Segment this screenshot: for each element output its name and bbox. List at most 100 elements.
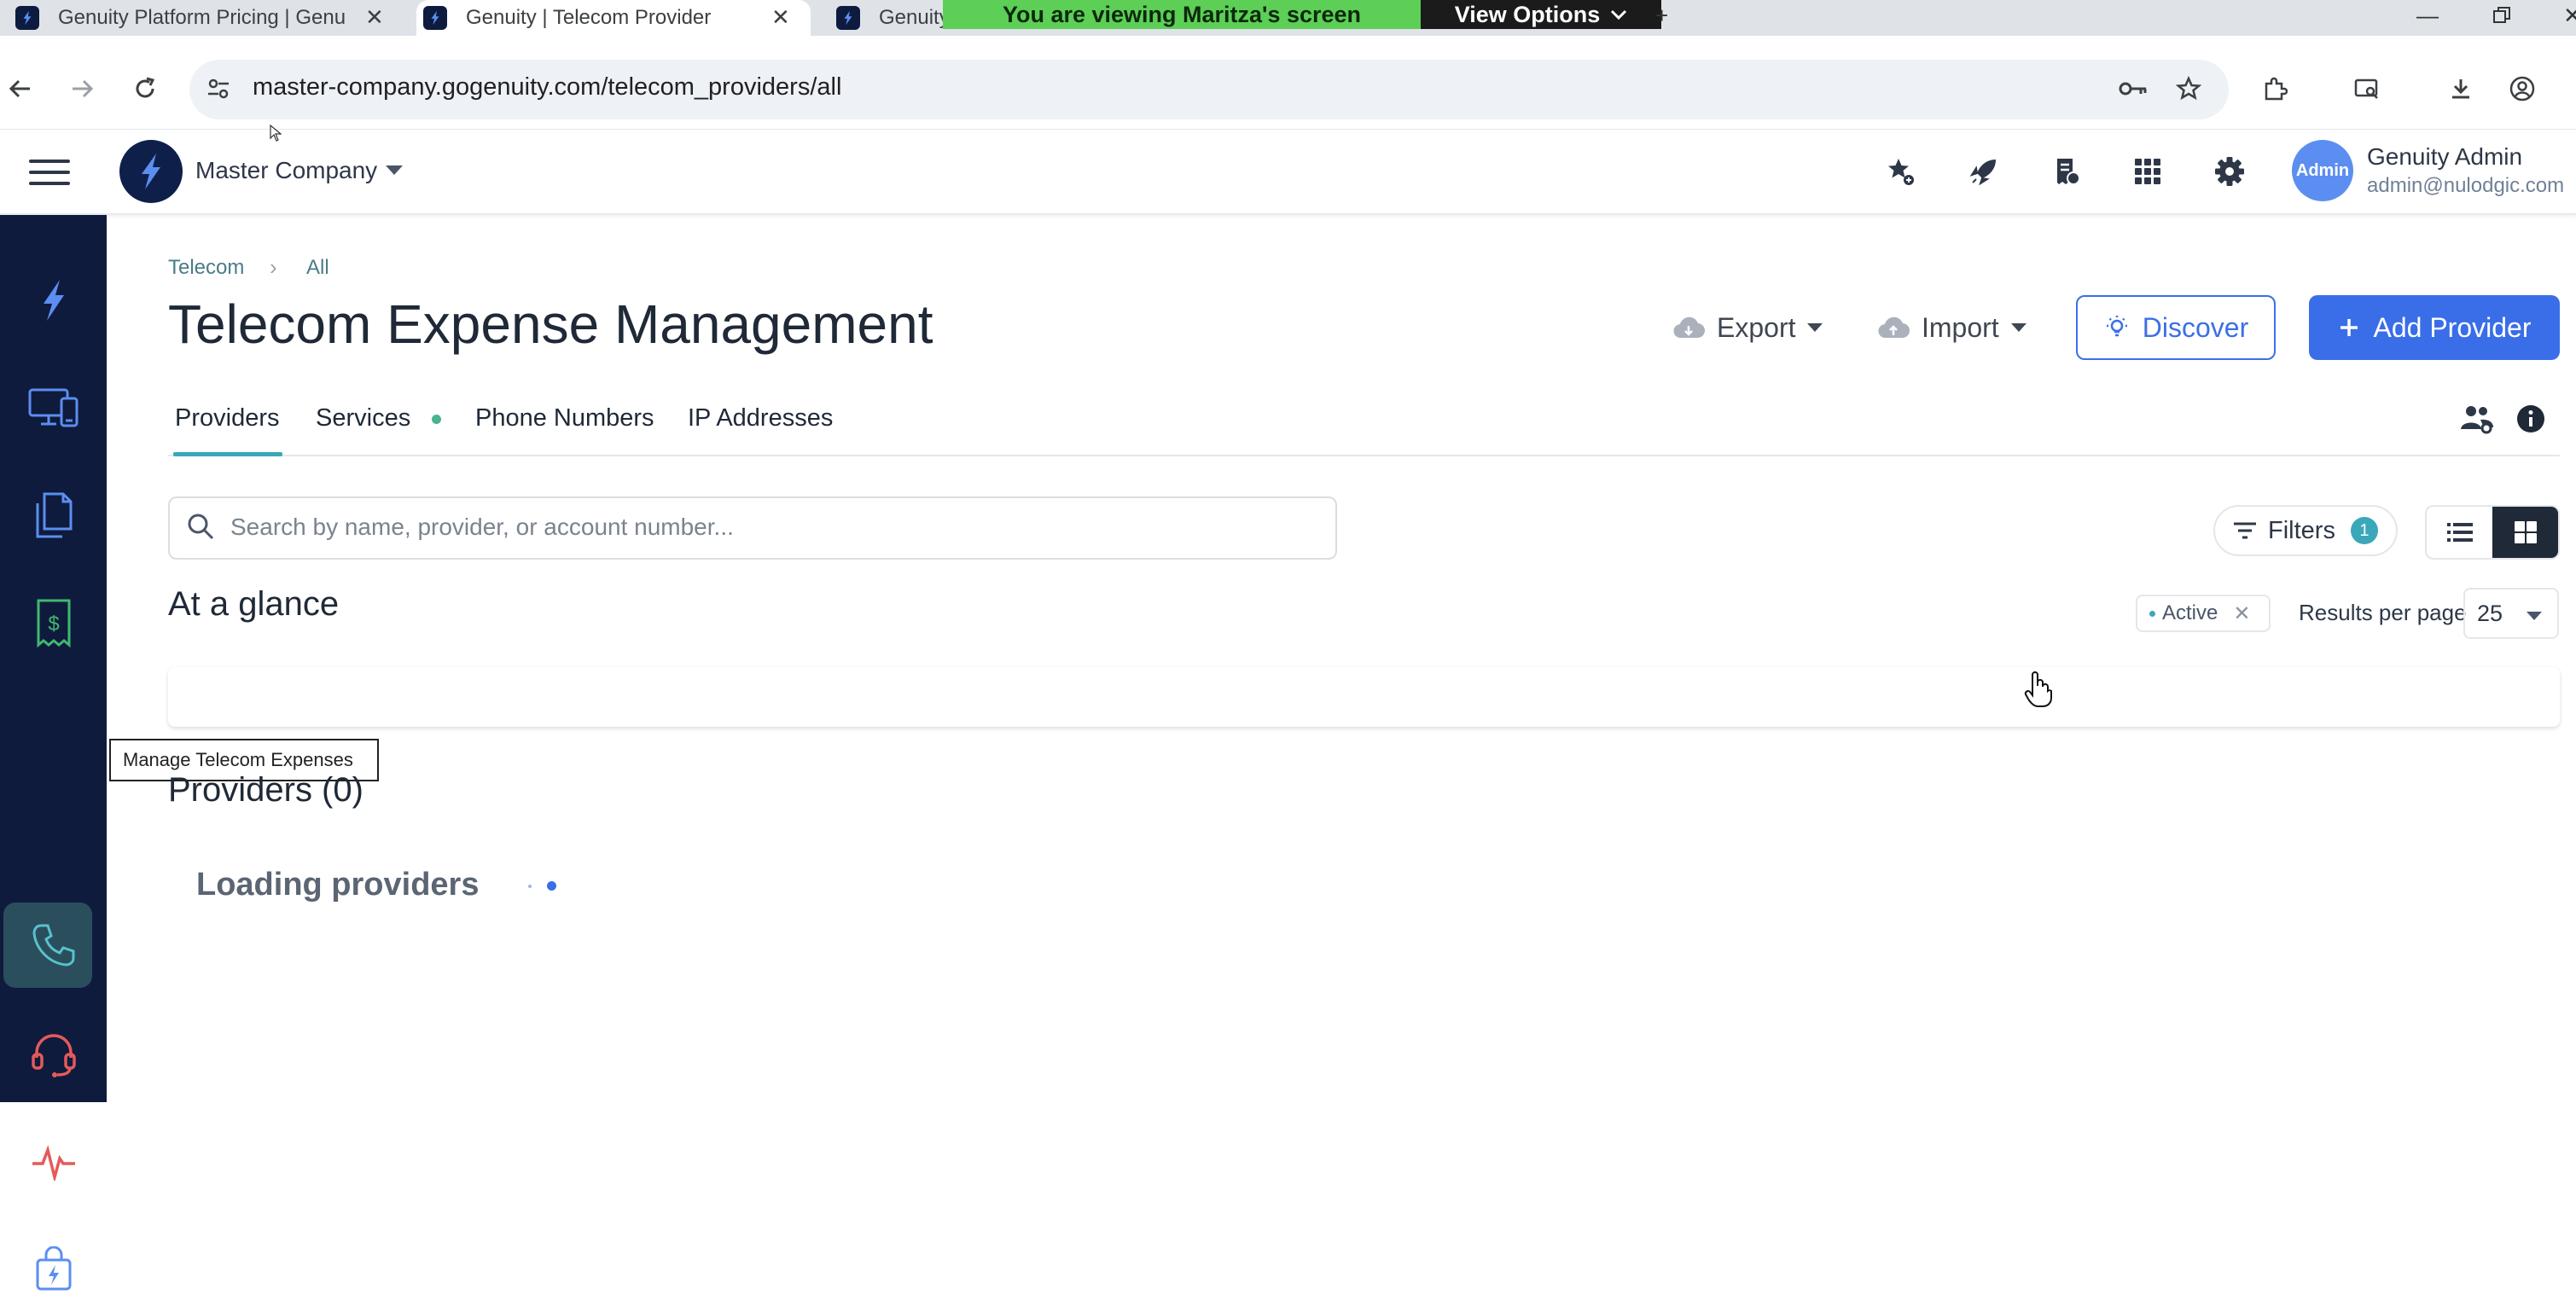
- browser-tab-active[interactable]: Genuity | Telecom Provider ✕: [416, 0, 811, 36]
- sidebar-item-home[interactable]: [0, 258, 107, 343]
- svg-text:$: $: [48, 612, 59, 636]
- results-per-page-select[interactable]: 25: [2463, 588, 2559, 639]
- profile-icon[interactable]: [2505, 72, 2539, 106]
- genuity-favicon-icon: [836, 6, 860, 30]
- sidebar-item-vendors[interactable]: $: [0, 580, 107, 665]
- mouse-pointer-icon: [270, 125, 282, 142]
- plus-icon: [2340, 319, 2358, 336]
- grid-view-button[interactable]: [2492, 507, 2558, 558]
- people-settings-icon[interactable]: [2459, 401, 2495, 437]
- screen-share-banner: You are viewing Maritza's screen View Op…: [943, 0, 1661, 29]
- sidebar: $: [0, 215, 107, 1291]
- star-plus-icon[interactable]: [1882, 154, 1918, 189]
- tabs-divider: [168, 455, 2560, 456]
- caret-down-icon: [2527, 612, 2542, 620]
- discover-button[interactable]: Discover: [2076, 295, 2276, 360]
- url-text[interactable]: master-company.gogenuity.com/telecom_pro…: [253, 73, 841, 102]
- assets-icon: [28, 388, 78, 427]
- filter-icon: [2234, 522, 2256, 539]
- view-options-button[interactable]: View Options: [1421, 0, 1661, 29]
- genuity-logo-icon: [43, 280, 64, 321]
- close-tab-icon[interactable]: ✕: [365, 4, 384, 31]
- bookmark-star-icon[interactable]: [2172, 72, 2206, 106]
- search-tabs-icon[interactable]: [2350, 72, 2384, 106]
- view-toggle: [2425, 505, 2560, 560]
- at-a-glance-heading: At a glance: [168, 585, 340, 623]
- filter-count-badge: 1: [2350, 517, 2378, 544]
- new-tab-icon[interactable]: +: [1655, 0, 1668, 31]
- services-status-dot: [432, 415, 441, 424]
- info-icon[interactable]: [2513, 401, 2549, 437]
- user-avatar[interactable]: Admin: [2292, 140, 2353, 201]
- rocket-icon[interactable]: [1966, 154, 2002, 189]
- restore-window-icon[interactable]: [2492, 0, 2512, 31]
- breadcrumb-telecom[interactable]: Telecom: [168, 256, 244, 280]
- browser-tab-title: Genuity | Telecom Provider: [466, 6, 712, 29]
- active-dot: [2149, 610, 2155, 617]
- forward-arrow-icon[interactable]: [65, 72, 99, 106]
- view-options-label: View Options: [1454, 1, 1601, 27]
- vendors-icon: $: [37, 599, 70, 647]
- caret-down-icon: [2010, 323, 2026, 332]
- telecom-icon: [32, 924, 74, 967]
- company-switcher[interactable]: Master Company: [195, 157, 377, 184]
- user-name[interactable]: Genuity Admin: [2367, 143, 2522, 171]
- tab-services[interactable]: Services: [316, 404, 410, 432]
- export-button[interactable]: Export: [1672, 295, 1823, 360]
- minimize-window-icon[interactable]: —: [2416, 0, 2439, 31]
- site-info-icon[interactable]: [201, 72, 236, 106]
- sidebar-item-helpdesk[interactable]: [0, 1012, 107, 1097]
- sidebar-item-telecom[interactable]: [0, 903, 107, 988]
- close-window-icon[interactable]: ✕: [2563, 0, 2576, 31]
- search-placeholder: Search by name, provider, or account num…: [230, 514, 734, 540]
- receipt-icon[interactable]: [2048, 154, 2084, 189]
- cloud-download-icon: [1673, 316, 1705, 339]
- add-provider-button[interactable]: Add Provider: [2309, 295, 2560, 360]
- active-filter-chip[interactable]: Active ✕: [2136, 595, 2271, 632]
- filters-button[interactable]: Filters 1: [2213, 505, 2398, 556]
- list-view-button[interactable]: [2427, 507, 2492, 558]
- settings-gear-icon[interactable]: [2212, 154, 2247, 189]
- tab-phone-numbers[interactable]: Phone Numbers: [475, 404, 654, 432]
- contracts-icon: [36, 492, 72, 538]
- results-per-page-value: 25: [2477, 600, 2503, 626]
- import-label: Import: [1922, 311, 1999, 343]
- hand-cursor-icon: [2024, 671, 2053, 708]
- helpdesk-icon: [31, 1034, 76, 1077]
- reload-icon[interactable]: [128, 72, 162, 106]
- chevron-right-icon: ›: [270, 254, 277, 280]
- page-title: Telecom Expense Management: [168, 293, 933, 355]
- remove-filter-icon[interactable]: ✕: [2233, 601, 2250, 626]
- hamburger-menu-icon[interactable]: [29, 160, 70, 185]
- list-view-icon: [2446, 523, 2473, 542]
- browser-tab[interactable]: Genuity: [836, 0, 947, 36]
- sidebar-item-assets[interactable]: [0, 365, 107, 450]
- export-label: Export: [1717, 311, 1796, 343]
- password-key-icon[interactable]: [2116, 72, 2150, 106]
- sidebar-item-monitoring[interactable]: [0, 1119, 107, 1205]
- close-tab-icon[interactable]: ✕: [771, 4, 790, 31]
- sidebar-item-purchases[interactable]: [0, 1227, 107, 1312]
- chevron-down-icon: [1610, 9, 1627, 20]
- breadcrumb-all[interactable]: All: [306, 256, 329, 280]
- user-email: admin@nulodgic.com: [2367, 174, 2565, 197]
- active-filter-label: Active: [2162, 601, 2218, 624]
- import-button[interactable]: Import: [1877, 295, 2026, 360]
- tab-providers[interactable]: Providers: [175, 404, 280, 432]
- tab-ip-addresses[interactable]: IP Addresses: [688, 404, 833, 432]
- browser-tab[interactable]: Genuity Platform Pricing | Genu ✕: [15, 0, 391, 36]
- genuity-favicon-icon: [423, 6, 447, 30]
- extensions-puzzle-icon[interactable]: [2258, 72, 2292, 106]
- discover-label: Discover: [2142, 311, 2249, 343]
- add-provider-label: Add Provider: [2373, 311, 2532, 343]
- apps-grid-icon[interactable]: [2130, 154, 2166, 189]
- sidebar-item-contracts[interactable]: [0, 473, 107, 558]
- share-viewing-text: You are viewing Maritza's screen: [943, 0, 1421, 29]
- browser-tab-title: Genuity Platform Pricing | Genu: [58, 6, 346, 29]
- download-icon[interactable]: [2444, 72, 2478, 106]
- filters-label: Filters: [2268, 516, 2335, 544]
- caret-down-icon[interactable]: [386, 165, 403, 175]
- grid-view-icon: [2514, 521, 2537, 543]
- company-logo[interactable]: [119, 140, 183, 203]
- back-arrow-icon[interactable]: [3, 72, 38, 106]
